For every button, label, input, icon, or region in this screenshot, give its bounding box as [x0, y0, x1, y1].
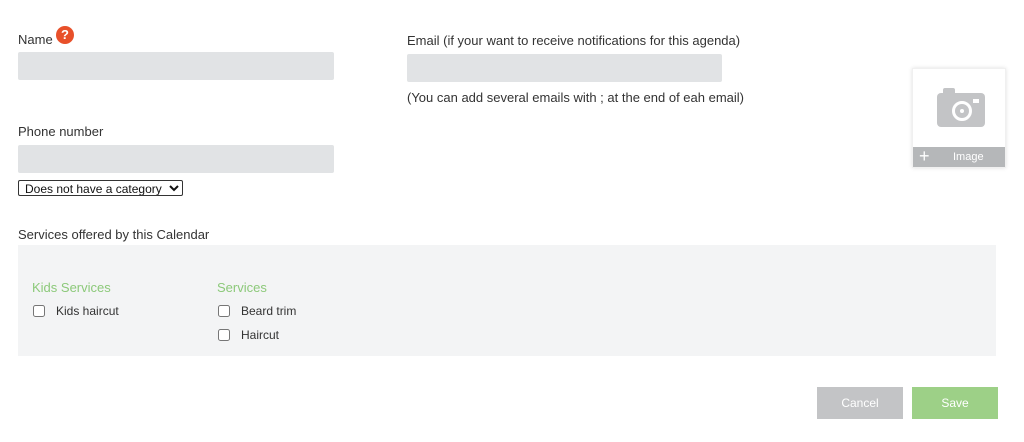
service-item-label: Kids haircut	[56, 304, 119, 318]
service-item-haircut[interactable]: Haircut	[218, 328, 279, 342]
name-label: Name	[18, 32, 53, 47]
camera-icon	[937, 88, 985, 127]
category-select[interactable]: Does not have a category	[18, 180, 183, 196]
haircut-checkbox[interactable]	[218, 329, 230, 341]
service-item-label: Beard trim	[241, 304, 297, 318]
service-group-title: Services	[217, 280, 267, 295]
name-input[interactable]	[18, 52, 334, 80]
service-item-label: Haircut	[241, 328, 280, 342]
services-panel: Kids Services Kids haircut Services Bear…	[18, 245, 996, 356]
phone-label: Phone number	[18, 124, 104, 139]
kids-haircut-checkbox[interactable]	[33, 305, 45, 317]
image-label: Image	[953, 151, 984, 163]
phone-input[interactable]	[18, 145, 334, 173]
question-icon[interactable]: ?	[56, 26, 74, 44]
service-item-kids-haircut[interactable]: Kids haircut	[33, 304, 119, 318]
service-item-beard-trim[interactable]: Beard trim	[218, 304, 296, 318]
beard-trim-checkbox[interactable]	[218, 305, 230, 317]
add-image-button[interactable]: + Image	[913, 146, 1005, 167]
email-hint: (You can add several emails with ; at th…	[407, 90, 744, 105]
plus-icon: +	[919, 146, 930, 166]
save-button[interactable]: Save	[912, 387, 998, 419]
image-upload[interactable]: + Image	[912, 68, 1006, 168]
services-title: Services offered by this Calendar	[18, 227, 210, 242]
service-group-title: Kids Services	[32, 280, 111, 295]
email-label: Email (if your want to receive notificat…	[407, 33, 741, 48]
email-input[interactable]	[407, 54, 722, 82]
cancel-button[interactable]: Cancel	[817, 387, 903, 419]
